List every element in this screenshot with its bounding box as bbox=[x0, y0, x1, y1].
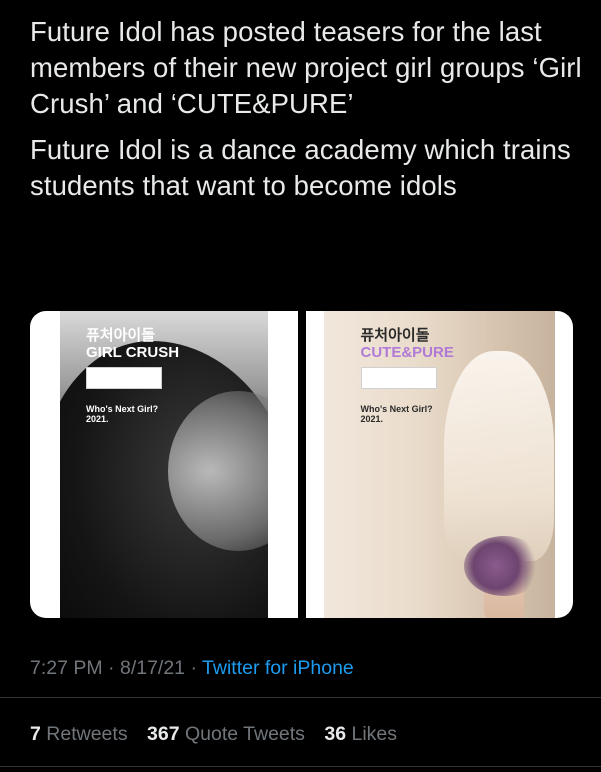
tweet-time[interactable]: 7:27 PM bbox=[30, 657, 103, 679]
divider bbox=[0, 766, 601, 767]
poster-caption: Who's Next Girl? bbox=[86, 404, 159, 414]
poster-name-box bbox=[360, 367, 437, 389]
meta-separator: · bbox=[108, 657, 115, 679]
tweet-stats: 7 Retweets 367 Quote Tweets 36 Likes bbox=[30, 722, 411, 746]
poster-caption: Who's Next Girl? bbox=[360, 404, 433, 414]
likes-label: Likes bbox=[351, 723, 398, 745]
poster-figure bbox=[443, 351, 554, 561]
media-image-cute-pure[interactable]: 퓨처아이돌 CUTE&PURE Who's Next Girl? 2021. bbox=[305, 311, 573, 618]
poster-group-name: GIRL CRUSH bbox=[86, 344, 180, 361]
poster-girl-crush: 퓨처아이돌 GIRL CRUSH Who's Next Girl? 2021. bbox=[60, 311, 268, 618]
poster-group-name: CUTE&PURE bbox=[360, 344, 454, 361]
poster-flowers bbox=[463, 536, 544, 596]
tweet-source-link[interactable]: Twitter for iPhone bbox=[202, 657, 354, 679]
tweet-date[interactable]: 8/17/21 bbox=[120, 657, 185, 679]
retweets-label: Retweets bbox=[46, 723, 128, 745]
poster-name-box bbox=[86, 367, 162, 389]
likes-count: 36 bbox=[324, 723, 347, 745]
poster-cute-pure: 퓨처아이돌 CUTE&PURE Who's Next Girl? 2021. bbox=[323, 311, 555, 618]
tweet-paragraph-1: Future Idol has posted teasers for the l… bbox=[30, 16, 582, 119]
tweet-meta: 7:27 PM · 8/17/21 · Twitter for iPhone bbox=[30, 656, 354, 680]
retweets-count: 7 bbox=[30, 723, 41, 745]
retweets-stat[interactable]: 7 Retweets bbox=[30, 722, 128, 746]
poster-year: 2021. bbox=[86, 414, 109, 424]
tweet-text: Future Idol has posted teasers for the l… bbox=[30, 14, 590, 214]
poster-korean-title: 퓨처아이돌 bbox=[360, 326, 430, 344]
quote-tweets-count: 367 bbox=[147, 723, 180, 745]
quote-tweets-stat[interactable]: 367 Quote Tweets bbox=[147, 722, 305, 746]
poster-year: 2021. bbox=[360, 414, 384, 424]
tweet-paragraph-2: Future Idol is a dance academy which tra… bbox=[30, 134, 571, 201]
media-image-girl-crush[interactable]: 퓨처아이돌 GIRL CRUSH Who's Next Girl? 2021. bbox=[30, 311, 298, 618]
poster-korean-title: 퓨처아이돌 bbox=[86, 326, 156, 344]
divider bbox=[0, 697, 601, 698]
quote-tweets-label: Quote Tweets bbox=[184, 723, 305, 745]
likes-stat[interactable]: 36 Likes bbox=[324, 722, 397, 746]
media-grid: 퓨처아이돌 GIRL CRUSH Who's Next Girl? 2021. … bbox=[30, 311, 573, 618]
meta-separator: · bbox=[190, 657, 197, 679]
